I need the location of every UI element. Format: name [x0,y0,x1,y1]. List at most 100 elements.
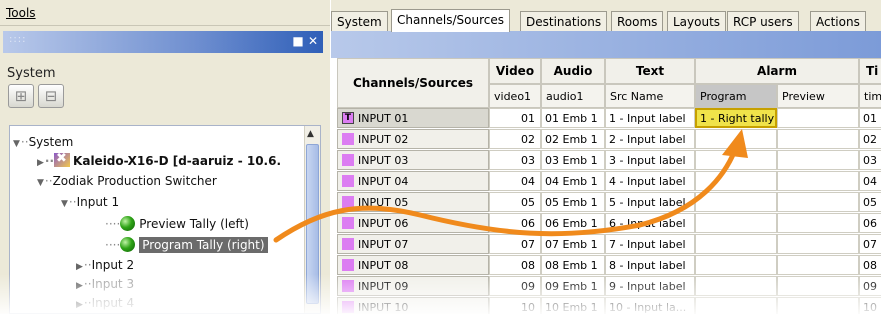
text-cell[interactable]: 3 - Input label [605,150,695,170]
row-header-input[interactable]: INPUT 02 [337,129,489,149]
tree-scrollbar[interactable]: ▲ [304,126,320,313]
tree-node-program-tally[interactable]: ···· Program Tally (right) [105,237,268,253]
preview-alarm-cell[interactable] [777,192,859,212]
subheader-program[interactable]: Program [695,84,777,108]
preview-alarm-cell[interactable] [777,255,859,275]
tab-system[interactable]: System [331,11,388,31]
text-cell[interactable]: 5 - Input label [605,192,695,212]
program-alarm-cell[interactable] [695,297,777,314]
tree-node-system[interactable]: ▼··System [13,135,73,149]
tree-node-input-2[interactable]: ▶··Input 2 [76,258,134,272]
preview-alarm-cell[interactable] [777,150,859,170]
time-cell[interactable]: 07 [859,234,881,254]
video-cell[interactable]: 05 [489,192,541,212]
audio-cell[interactable]: 06 Emb 1 [541,213,605,233]
program-alarm-cell[interactable] [695,129,777,149]
scroll-up-icon[interactable]: ▲ [307,129,314,139]
preview-alarm-cell[interactable] [777,108,859,128]
time-cell[interactable]: 09 [859,276,881,296]
row-header-input[interactable]: INPUT 06 [337,213,489,233]
time-cell[interactable]: 10 [859,297,881,314]
audio-cell[interactable]: 02 Emb 1 [541,129,605,149]
audio-cell[interactable]: 08 Emb 1 [541,255,605,275]
text-cell[interactable]: 1 - Input label [605,108,695,128]
tree-node-input-1[interactable]: ▼··Input 1 [61,195,119,209]
tab-channels-sources[interactable]: Channels/Sources [391,9,511,32]
tree-node-kaleido[interactable]: ▶··Kaleido-X16-D [d-aaruiz - 10.6. [37,151,281,168]
video-cell[interactable]: 07 [489,234,541,254]
row-header-input[interactable]: INPUT 08 [337,255,489,275]
time-cell[interactable]: 08 [859,255,881,275]
tools-menu[interactable]: Tools [6,6,36,20]
preview-alarm-cell[interactable] [777,171,859,191]
text-cell[interactable]: 6 - Input label [605,213,695,233]
text-cell[interactable]: 4 - Input label [605,171,695,191]
add-button[interactable]: ⊞ [8,84,34,108]
row-header-input[interactable]: INPUT 07 [337,234,489,254]
expand-icon[interactable]: ▶ [76,300,83,310]
tree-node-input-4[interactable]: ▶··Input 4 [76,296,134,310]
tab-rcp-users[interactable]: RCP users [727,11,799,31]
preview-alarm-cell[interactable] [777,276,859,296]
audio-cell[interactable]: 09 Emb 1 [541,276,605,296]
program-alarm-cell[interactable] [695,192,777,212]
tab-rooms[interactable]: Rooms [611,11,664,31]
tab-destinations[interactable]: Destinations [520,11,608,31]
row-header-input[interactable]: INPUT 05 [337,192,489,212]
window-controls[interactable]: ■ ✕ [292,34,318,48]
video-cell[interactable]: 06 [489,213,541,233]
audio-cell[interactable]: 05 Emb 1 [541,192,605,212]
scrollbar-thumb[interactable] [306,144,319,304]
row-header-input[interactable]: T INPUT 01 [337,108,489,128]
tree-node-zodiak[interactable]: ▼··Zodiak Production Switcher [37,174,217,188]
expand-icon[interactable]: ▶ [37,158,44,168]
row-header-input[interactable]: INPUT 09 [337,276,489,296]
row-header-input[interactable]: INPUT 04 [337,171,489,191]
video-cell[interactable]: 04 [489,171,541,191]
remove-button[interactable]: ⊟ [38,84,64,108]
program-alarm-cell[interactable] [695,255,777,275]
audio-cell[interactable]: 07 Emb 1 [541,234,605,254]
video-cell[interactable]: 02 [489,129,541,149]
collapse-icon[interactable]: ▼ [61,199,68,209]
program-alarm-cell[interactable] [695,276,777,296]
tab-actions[interactable]: Actions [810,11,866,31]
text-cell[interactable]: 2 - Input label [605,129,695,149]
program-alarm-cell[interactable] [695,234,777,254]
preview-alarm-cell[interactable] [777,213,859,233]
program-alarm-cell[interactable]: 1 - Right tally [695,108,777,128]
time-cell[interactable]: 06 [859,213,881,233]
tree-node-input-3[interactable]: ▶··Input 3 [76,277,134,291]
row-header-input[interactable]: INPUT 03 [337,150,489,170]
text-cell[interactable]: 8 - Input label [605,255,695,275]
audio-cell[interactable]: 10 Emb 1 [541,297,605,314]
program-alarm-cell[interactable] [695,213,777,233]
expand-icon[interactable]: ▶ [76,281,83,291]
collapse-icon[interactable]: ▼ [13,139,20,149]
audio-cell[interactable]: 01 Emb 1 [541,108,605,128]
subheader-preview[interactable]: Preview [777,84,859,108]
text-cell[interactable]: 7 - Input label [605,234,695,254]
video-cell[interactable]: 01 [489,108,541,128]
time-cell[interactable]: 05 [859,192,881,212]
audio-cell[interactable]: 03 Emb 1 [541,150,605,170]
video-cell[interactable]: 03 [489,150,541,170]
audio-cell[interactable]: 04 Emb 1 [541,171,605,191]
tree-node-preview-tally[interactable]: ···· Preview Tally (left) [105,216,249,231]
preview-alarm-cell[interactable] [777,297,859,314]
program-alarm-cell[interactable] [695,171,777,191]
row-header-input[interactable]: INPUT 10 [337,297,489,314]
expand-icon[interactable]: ▶ [76,262,83,272]
video-cell[interactable]: 09 [489,276,541,296]
preview-alarm-cell[interactable] [777,234,859,254]
text-cell[interactable]: 10 - Input la... [605,297,695,314]
tab-layouts[interactable]: Layouts [667,11,727,31]
program-alarm-cell[interactable] [695,150,777,170]
time-cell[interactable]: 03 [859,150,881,170]
preview-alarm-cell[interactable] [777,129,859,149]
time-cell[interactable]: 04 [859,171,881,191]
drag-grip-icon[interactable]: :::: [9,34,26,45]
video-cell[interactable]: 10 [489,297,541,314]
time-cell[interactable]: 01 [859,108,881,128]
text-cell[interactable]: 9 - Input label [605,276,695,296]
